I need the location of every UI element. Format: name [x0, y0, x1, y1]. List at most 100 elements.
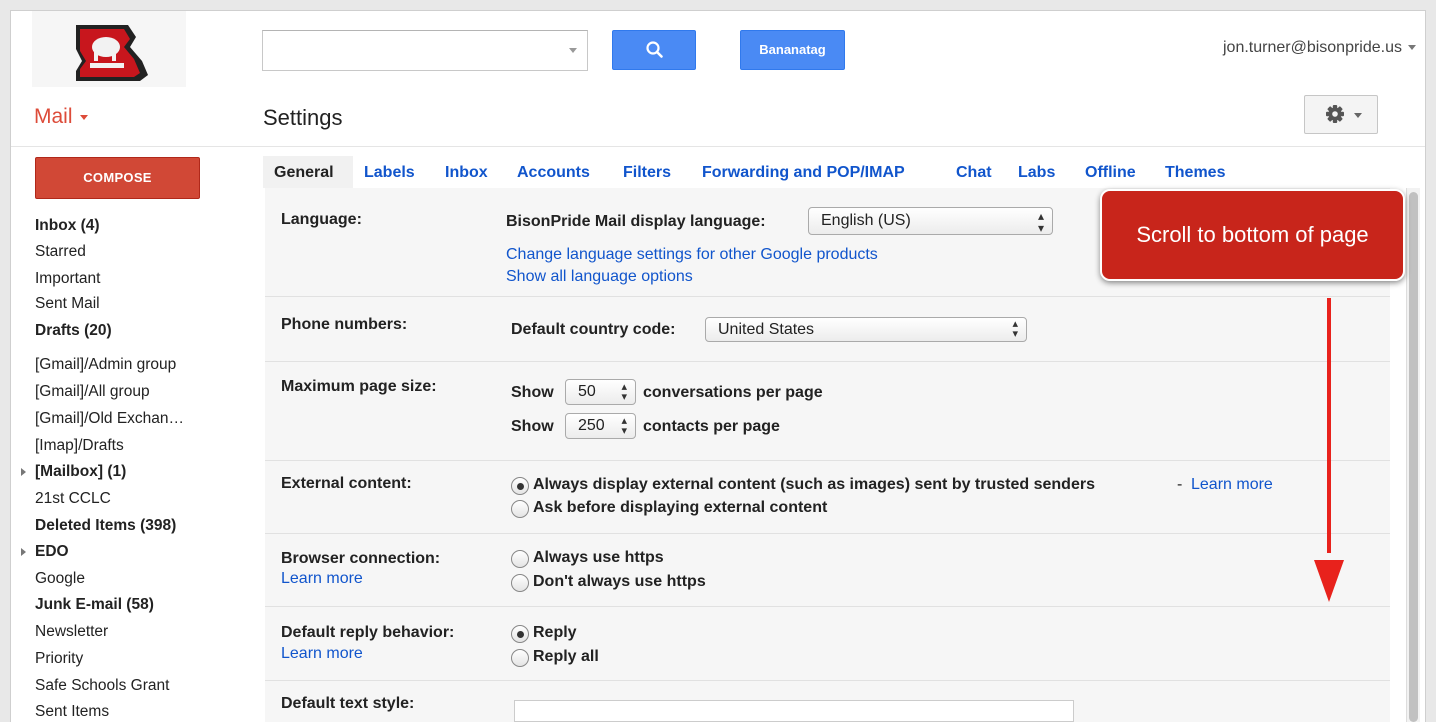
- sidebar-item-sent-items[interactable]: Sent Items: [35, 703, 109, 721]
- search-button[interactable]: [612, 30, 696, 70]
- tab-forwarding-pop-imap[interactable]: Forwarding and POP/IMAP: [702, 164, 905, 182]
- text-style-editor-preview[interactable]: [514, 700, 1074, 722]
- header-divider: [11, 146, 1425, 147]
- tab-labels[interactable]: Labels: [364, 164, 415, 182]
- sidebar-item-priority[interactable]: Priority: [35, 650, 83, 668]
- dont-always-use-https-radio[interactable]: [511, 574, 529, 592]
- contacts-per-page-label: contacts per page: [643, 418, 780, 435]
- chevron-down-icon: [79, 114, 88, 120]
- sidebar-item-label: [Mailbox] (1): [35, 463, 127, 480]
- conversations-per-page-select[interactable]: 50 ▴ ▾: [565, 379, 636, 405]
- external-content-always-radio[interactable]: [511, 477, 529, 495]
- always-use-https-label: Always use https: [533, 549, 664, 566]
- sidebar-item-newsletter[interactable]: Newsletter: [35, 623, 108, 641]
- expand-arrow-icon[interactable]: [21, 548, 26, 556]
- country-code-select[interactable]: United States ▴ ▾: [705, 317, 1027, 342]
- reply-label: Reply: [533, 624, 577, 641]
- select-value: United States: [718, 321, 815, 338]
- chevron-down-icon: [1354, 113, 1362, 118]
- always-use-https-radio[interactable]: [511, 550, 529, 568]
- reply-radio[interactable]: [511, 625, 529, 643]
- sidebar-item-starred[interactable]: Starred: [35, 243, 86, 261]
- tab-inbox[interactable]: Inbox: [445, 164, 488, 182]
- sidebar-item-edo[interactable]: EDO: [21, 543, 69, 561]
- row-divider: [265, 533, 1390, 534]
- sidebar-item-important[interactable]: Important: [35, 270, 100, 288]
- reply-all-radio[interactable]: [511, 649, 529, 667]
- browser-connection-label: Browser connection:: [281, 550, 441, 567]
- sidebar-item-mailbox[interactable]: [Mailbox] (1): [21, 463, 127, 481]
- sidebar-item-drafts[interactable]: Drafts (20): [35, 322, 112, 340]
- default-reply-behavior-label: Default reply behavior:: [281, 624, 455, 641]
- contacts-per-page-select[interactable]: 250 ▴ ▾: [565, 413, 636, 439]
- sidebar-item-google[interactable]: Google: [35, 570, 85, 588]
- chevron-down-icon: [1408, 45, 1416, 51]
- display-language-select[interactable]: English (US) ▴ ▾: [808, 207, 1053, 235]
- default-text-style-label: Default text style:: [281, 695, 415, 712]
- tab-chat[interactable]: Chat: [956, 164, 992, 182]
- row-divider: [265, 361, 1390, 362]
- compose-button[interactable]: COMPOSE: [35, 157, 200, 199]
- max-page-size-label: Maximum page size:: [281, 378, 437, 395]
- sidebar-item-imap-drafts[interactable]: [Imap]/Drafts: [35, 437, 124, 455]
- scroll-down-arrow-icon: [1327, 298, 1331, 553]
- sidebar-item-junk-email[interactable]: Junk E-mail (58): [35, 596, 154, 614]
- sidebar-item-inbox[interactable]: Inbox (4): [35, 217, 100, 235]
- expand-arrow-icon[interactable]: [21, 468, 26, 476]
- select-stepper-icon: ▴ ▾: [621, 381, 627, 403]
- sidebar-item-sent-mail[interactable]: Sent Mail: [35, 295, 100, 313]
- mail-switcher[interactable]: Mail: [34, 105, 88, 129]
- show-label: Show: [511, 418, 554, 435]
- row-divider: [265, 296, 1390, 297]
- sidebar-item-gmail-all-group[interactable]: [Gmail]/All group: [35, 383, 150, 401]
- account-email: jon.turner@bisonpride.us: [1222, 39, 1402, 56]
- page-title: Settings: [263, 105, 343, 130]
- display-language-label: BisonPride Mail display language:: [506, 213, 766, 230]
- tab-filters[interactable]: Filters: [623, 164, 671, 182]
- show-all-language-options-link[interactable]: Show all language options: [506, 268, 693, 286]
- settings-scrollbar-thumb[interactable]: [1409, 192, 1418, 722]
- select-value: English (US): [821, 212, 911, 229]
- external-content-ask-label: Ask before displaying external content: [533, 499, 828, 516]
- select-stepper-icon: ▴ ▾: [621, 415, 627, 437]
- reply-behavior-learn-more-link[interactable]: Learn more: [281, 645, 363, 663]
- sidebar-item-deleted-items[interactable]: Deleted Items (398): [35, 517, 176, 535]
- default-country-code-label: Default country code:: [511, 321, 676, 338]
- arrow-head-icon: [1314, 560, 1344, 602]
- row-divider: [265, 680, 1390, 681]
- search-options-dropdown-icon[interactable]: [569, 48, 577, 53]
- language-label: Language:: [281, 211, 362, 228]
- bananatag-button[interactable]: Bananatag: [740, 30, 845, 70]
- row-divider: [265, 606, 1390, 607]
- external-content-always-label: Always display external content (such as…: [533, 476, 1095, 493]
- tab-general[interactable]: General: [274, 164, 334, 182]
- sidebar-item-safe-schools-grant[interactable]: Safe Schools Grant: [35, 677, 169, 695]
- scroll-instruction-callout: Scroll to bottom of page: [1100, 189, 1405, 281]
- bisonpride-logo[interactable]: [32, 11, 186, 87]
- browser-connection-learn-more-link[interactable]: Learn more: [281, 570, 363, 588]
- phone-numbers-label: Phone numbers:: [281, 316, 408, 333]
- sidebar-item-gmail-old-exchange[interactable]: [Gmail]/Old Exchan…: [35, 410, 184, 428]
- sidebar-item-gmail-admin-group[interactable]: [Gmail]/Admin group: [35, 356, 176, 374]
- row-divider: [265, 460, 1390, 461]
- dash-separator: -: [1177, 476, 1183, 493]
- sidebar-item-label: EDO: [35, 543, 69, 560]
- tab-accounts[interactable]: Accounts: [517, 164, 590, 182]
- sidebar-item-21st-cclc[interactable]: 21st CCLC: [35, 490, 111, 508]
- tab-themes[interactable]: Themes: [1165, 164, 1225, 182]
- change-language-settings-link[interactable]: Change language settings for other Googl…: [506, 246, 878, 264]
- tab-offline[interactable]: Offline: [1085, 164, 1136, 182]
- external-content-learn-more-link[interactable]: Learn more: [1191, 476, 1273, 494]
- search-icon: [646, 41, 663, 58]
- external-content-ask-radio[interactable]: [511, 500, 529, 518]
- missouri-bison-logo-icon: [76, 25, 148, 81]
- conversations-per-page-label: conversations per page: [643, 384, 823, 401]
- tab-labs[interactable]: Labs: [1018, 164, 1055, 182]
- dont-always-use-https-label: Don't always use https: [533, 573, 706, 590]
- select-stepper-icon: ▴ ▾: [1012, 318, 1018, 340]
- settings-gear-button[interactable]: [1304, 95, 1378, 134]
- account-menu[interactable]: jon.turner@bisonpride.us: [1223, 39, 1416, 57]
- mail-label: Mail: [34, 105, 73, 128]
- show-label: Show: [511, 384, 554, 401]
- search-input[interactable]: [262, 30, 588, 71]
